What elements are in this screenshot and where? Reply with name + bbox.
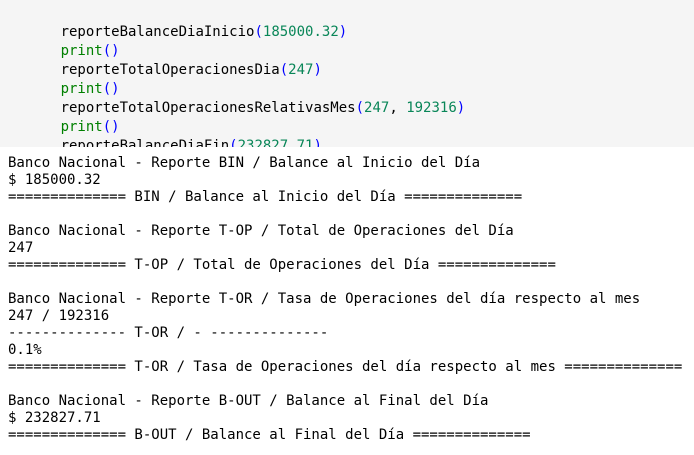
code-line[interactable]: print() <box>10 62 120 97</box>
output-line: ============== B-OUT / Balance al Final … <box>8 427 531 443</box>
output-line: 0.1% <box>8 342 42 358</box>
open-paren: ( <box>355 100 365 116</box>
output-line: -------------- T-OR / - -------------- <box>8 325 329 341</box>
code-line[interactable]: print() <box>10 100 120 135</box>
argument-number: 247 <box>288 62 314 78</box>
code-line[interactable]: reporteTotalOperacionesRelativasMes(247,… <box>10 81 466 116</box>
open-paren: ( <box>254 24 263 40</box>
output-line: Banco Nacional - Reporte B-OUT / Balance… <box>8 393 489 409</box>
argument-number: 247 <box>364 100 390 116</box>
output-line: Banco Nacional - Reporte T-OR / Tasa de … <box>8 291 641 307</box>
output-line: Banco Nacional - Reporte T-OP / Total de… <box>8 223 514 239</box>
argument-number: 192316 <box>406 100 457 116</box>
close-paren: ) <box>456 100 466 116</box>
argument-separator: , <box>389 100 407 116</box>
notebook-cell: reporteBalanceDiaInicio(185000.32) print… <box>0 0 694 455</box>
output-line: ============== BIN / Balance al Inicio d… <box>8 189 523 205</box>
argument-number: 185000.32 <box>262 24 339 40</box>
output-line: 247 / 192316 <box>8 308 110 324</box>
output-line: 247 <box>8 240 34 256</box>
code-line[interactable]: print() <box>10 24 120 59</box>
output-line: ============== T-OP / Total de Operacion… <box>8 257 556 273</box>
close-paren: ) <box>313 62 322 78</box>
output-line: $ 232827.71 <box>8 410 101 426</box>
code-cell-input[interactable]: reporteBalanceDiaInicio(185000.32) print… <box>0 0 694 154</box>
code-line[interactable]: reporteTotalOperacionesDia(247) <box>10 43 322 78</box>
output-line: Banco Nacional - Reporte BIN / Balance a… <box>8 155 481 171</box>
open-paren: ( <box>279 62 289 78</box>
output-line: $ 185000.32 <box>8 172 101 188</box>
cell-output: Banco Nacional - Reporte BIN / Balance a… <box>0 147 694 455</box>
code-line[interactable]: reporteBalanceDiaInicio(185000.32) <box>10 5 348 40</box>
output-line: ============== T-OR / Tasa de Operacione… <box>8 359 683 375</box>
code-line[interactable]: reporteBalanceDiaFin(232827.71) <box>10 119 322 154</box>
close-paren: ) <box>338 24 348 40</box>
